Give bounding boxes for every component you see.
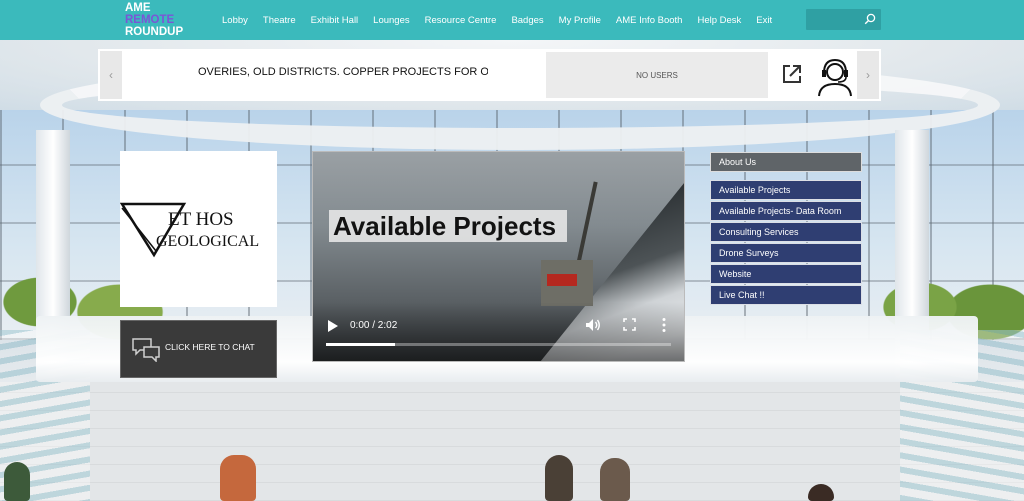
banner-prev-arrow[interactable]: ‹ [100,51,122,99]
more-options-icon[interactable] [661,317,667,333]
nav-resource-centre[interactable]: Resource Centre [425,15,497,26]
attendee-figure [4,462,30,501]
nav-badges[interactable]: Badges [511,15,543,26]
video-progress-bar[interactable] [326,343,671,346]
chat-bubbles-icon [132,338,160,362]
logo-line-3: ROUNDUP [125,26,184,38]
search-icon[interactable] [864,13,876,25]
no-users-label: NO USERS [636,70,678,80]
video-player[interactable]: Available Projects 0:00 / 2:02 [312,151,685,362]
video-scene-rig-detail [547,274,577,286]
menu-available-projects[interactable]: Available Projects [710,180,862,200]
attendee-figure [545,455,573,501]
video-title: Available Projects [333,211,557,241]
menu-consulting-services[interactable]: Consulting Services [710,222,862,242]
logo-text-bottom: GEOLOGICAL [156,233,259,250]
logo-text-top: ET HOS [168,209,234,230]
nav-exit[interactable]: Exit [756,15,772,26]
event-logo[interactable]: AME REMOTE ROUNDUP [125,2,200,38]
nav-my-profile[interactable]: My Profile [559,15,601,26]
chat-button[interactable]: CLICK HERE TO CHAT [120,320,277,378]
logo-line-2: REMOTE [125,14,175,26]
booth-side-menu: Available Projects Available Projects- D… [710,180,862,306]
attendee-figure [600,458,630,501]
about-us-header[interactable]: About Us [710,152,862,172]
play-icon[interactable] [327,319,339,333]
video-time: 0:00 / 2:02 [350,320,398,331]
video-scene-mast [575,181,598,271]
menu-data-room[interactable]: Available Projects- Data Room [710,201,862,221]
nav-info-booth[interactable]: AME Info Booth [616,15,683,26]
nav-links: Lobby Theatre Exhibit Hall Lounges Resou… [222,0,787,40]
nav-help-desk[interactable]: Help Desk [697,15,741,26]
external-link-icon[interactable] [781,63,803,85]
video-controls: 0:00 / 2:02 [313,302,684,361]
booth-banner: ‹ OVERIES, OLD DISTRICTS. COPPER PROJECT… [98,49,881,101]
video-progress-fill [326,343,395,346]
menu-website[interactable]: Website [710,264,862,284]
search-box [806,9,881,30]
attendee-figure [220,455,256,501]
ethos-geological-logo: ET HOS GEOLOGICAL [120,202,259,258]
search-input[interactable] [806,9,864,30]
volume-icon[interactable] [585,318,601,332]
users-box: NO USERS [546,52,768,98]
floor [0,382,1024,501]
nav-theatre[interactable]: Theatre [263,15,296,26]
company-logo-panel[interactable]: ET HOS GEOLOGICAL [120,151,277,307]
nav-lounges[interactable]: Lounges [373,15,409,26]
menu-live-chat[interactable]: Live Chat !! [710,285,862,305]
logo-line-1: AME [125,2,151,14]
headset-support-icon[interactable] [816,57,854,97]
chat-button-label: CLICK HERE TO CHAT [165,342,255,352]
nav-exhibit-hall[interactable]: Exhibit Hall [311,15,359,26]
nav-lobby[interactable]: Lobby [222,15,248,26]
top-nav-bar: AME REMOTE ROUNDUP Lobby Theatre Exhibit… [0,0,1024,40]
news-ticker: OVERIES, OLD DISTRICTS. COPPER PROJECTS … [198,66,488,78]
banner-next-arrow[interactable]: › [857,51,879,99]
menu-drone-surveys[interactable]: Drone Surveys [710,243,862,263]
fullscreen-icon[interactable] [623,318,636,331]
